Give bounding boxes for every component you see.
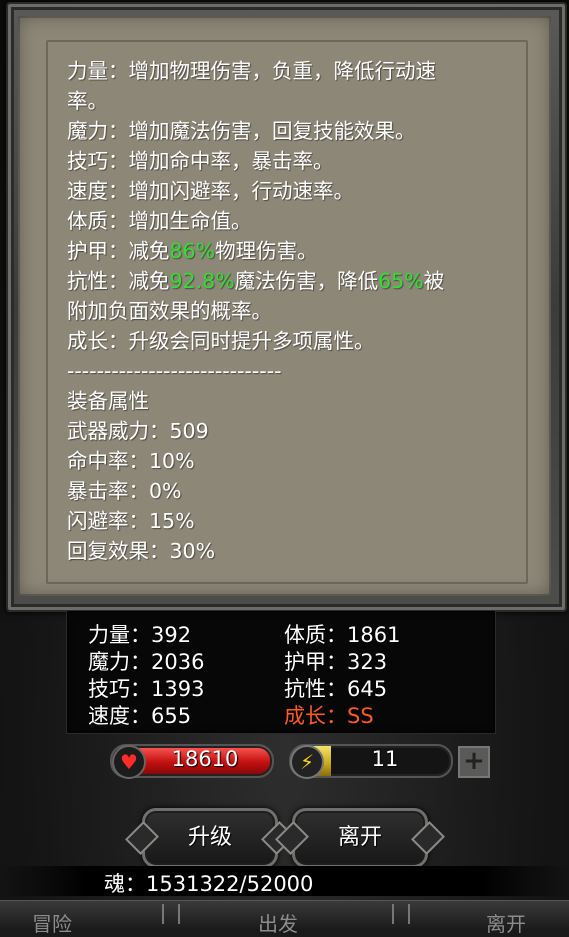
description-text: 力量：增加物理伤害，负重，降低行动速 [67,59,436,83]
description-text: 物理伤害。 [215,239,318,263]
description-text: ----------------------------- [67,359,282,383]
stat-resistance: 抗性：645 [284,677,388,701]
lightning-icon: ⚡ [290,745,324,779]
highlight-value: 92.8% [169,269,235,293]
description-text: 成长：升级会同时提升多项属性。 [67,329,375,353]
description-line: 护甲：减免86%物理伤害。 [67,236,497,266]
description-line: 命中率：10% [67,446,497,476]
nav-separator [162,904,180,924]
upgrade-button[interactable]: 升级 [142,808,278,868]
highlight-value: 86% [169,239,216,263]
description-line: 魔力：增加魔法伤害，回复技能效果。 [67,116,497,146]
description-line: 力量：增加物理伤害，负重，降低行动速 [67,56,497,86]
stat-magic: 魔力：2036 [88,650,205,674]
description-line: ----------------------------- [67,356,497,386]
leave-button[interactable]: 离开 [292,808,428,868]
description-line: 率。 [67,86,497,116]
description-line: 附加负面效果的概率。 [67,296,497,326]
stat-speed: 速度：655 [88,704,192,728]
description-text: 装备属性 [67,389,149,413]
add-energy-button[interactable]: + [458,746,490,778]
description-text: 暴击率：0% [67,479,182,503]
nav-adventure[interactable]: 冒险 [32,908,72,937]
soul-counter: 魂：1531322/52000 [104,872,314,896]
description-line: 抗性：减免92.8%魔法伤害，降低65%被 [67,266,497,296]
description-line: 技巧：增加命中率，暴击率。 [67,146,497,176]
description-text: 魔力：增加魔法伤害，回复技能效果。 [67,119,416,143]
description-line: 装备属性 [67,386,497,416]
description-text: 回复效果：30% [67,539,216,563]
description-text: 抗性：减免 [67,269,170,293]
description-line: 回复效果：30% [67,536,497,566]
description-text: 命中率：10% [67,449,195,473]
attribute-description: 力量：增加物理伤害，负重，降低行动速 率。魔力：增加魔法伤害，回复技能效果。 技巧：… [67,56,497,566]
stat-strength: 力量：392 [88,623,192,647]
description-line: 体质：增加生命值。 [67,206,497,236]
description-text: 魔法伤害，降低 [234,269,379,293]
energy-value: 11 [371,747,399,771]
description-line: 闪避率：15% [67,506,497,536]
hp-value: 18610 [171,747,239,771]
stat-constitution: 体质：1861 [284,623,401,647]
game-screen: 力量：增加物理伤害，负重，降低行动速 率。 魔力：增加魔法伤害，回复技能效果。 技巧：… [0,0,569,936]
description-line: 成长：升级会同时提升多项属性。 [67,326,497,356]
description-text: 技巧：增加命中率，暴击率。 [67,149,334,173]
highlight-value: 65% [378,269,424,293]
description-text: 闪避率：15% [67,509,195,533]
description-text: 护甲：减免 [67,239,170,263]
nav-depart[interactable]: 出发 [258,908,298,937]
stat-growth: 成长：SS [284,704,374,728]
description-text: 武器威力：509 [67,419,209,443]
description-text: 体质：增加生命值。 [67,209,252,233]
stat-skill: 技巧：1393 [88,677,205,701]
description-text: 被 [423,269,445,293]
nav-leave[interactable]: 离开 [486,908,526,937]
heart-icon: ♥ [112,745,146,779]
description-text: 附加负面效果的概率。 [67,299,272,323]
description-text: 速度：增加闪避率，行动速率。 [67,179,354,203]
description-text: 率。 [67,89,108,113]
nav-separator [392,904,410,924]
description-line: 武器威力：509 [67,416,497,446]
stat-armor: 护甲：323 [284,650,388,674]
description-line: 暴击率：0% [67,476,497,506]
description-line: 速度：增加闪避率，行动速率。 [67,176,497,206]
